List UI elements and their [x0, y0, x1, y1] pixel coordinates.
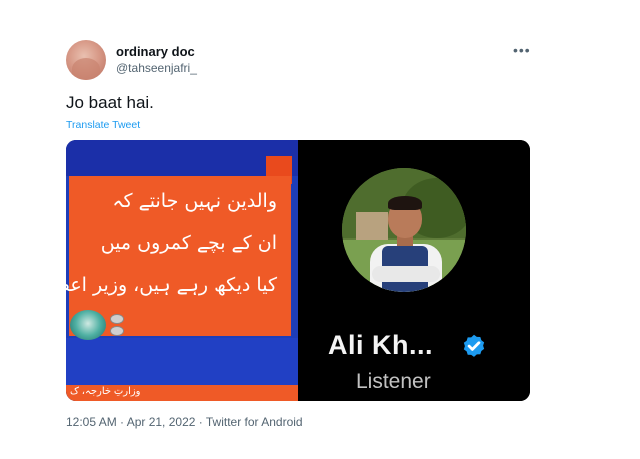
profile-name-row: Ali Kh... — [328, 330, 485, 366]
ring-logo-icon — [110, 314, 124, 324]
ticker-text: وزارتِ خارجہ، ک — [70, 386, 141, 397]
avatar[interactable] — [66, 40, 106, 80]
ellipsis-icon[interactable]: ••• — [513, 42, 531, 58]
news-top-bar — [66, 140, 298, 176]
tweet-text: Jo baat hai. — [66, 93, 154, 112]
translate-tweet-link[interactable]: Translate Tweet — [66, 119, 140, 131]
profile-screenshot-image[interactable]: Ali Kh... Listener — [298, 140, 530, 401]
tweet: ordinary doc @tahseenjafri_ ••• Jo baat … — [0, 0, 640, 459]
display-name[interactable]: ordinary doc — [116, 44, 195, 59]
verified-badge-icon — [463, 334, 485, 357]
tweet-timestamp[interactable]: 12:05 AM · Apr 21, 2022 · Twitter for An… — [66, 415, 303, 429]
headline-line-1: والدین نہیں جانتے کہ — [112, 190, 277, 212]
headline-line-3: کیا دیکھ رہے ہیں، وزیر اعظم — [66, 274, 277, 296]
news-blue-strip — [66, 338, 298, 390]
news-screenshot-image[interactable]: والدین نہیں جانتے کہ ان کے بچے کمروں میں… — [66, 140, 298, 401]
headline-line-2: ان کے بچے کمروں میں — [100, 232, 277, 254]
avatar-image — [72, 58, 100, 80]
profile-name: Ali Kh... — [328, 330, 433, 360]
news-headline-panel: والدین نہیں جانتے کہ ان کے بچے کمروں میں… — [66, 176, 291, 336]
globe-logo-icon — [70, 310, 106, 340]
user-handle[interactable]: @tahseenjafri_ — [116, 61, 197, 75]
ring-logo-icon — [110, 326, 124, 336]
tweet-media[interactable]: والدین نہیں جانتے کہ ان کے بچے کمروں میں… — [66, 140, 530, 401]
profile-role: Listener — [356, 370, 431, 393]
news-ticker: وزارتِ خارجہ، ک — [66, 385, 298, 401]
profile-photo — [342, 168, 466, 292]
